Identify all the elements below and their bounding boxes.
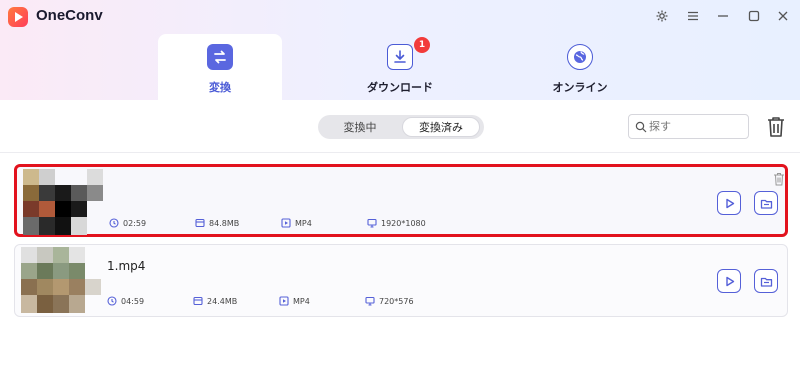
play-icon (725, 198, 734, 208)
duration: 04:59 (107, 296, 144, 306)
file-card[interactable]: 02:59 84.8MB MP4 1920*1080 (14, 164, 788, 237)
duration-value: 04:59 (121, 296, 145, 306)
resolution-value: 1920*1080 (381, 218, 426, 228)
file-size: 84.8MB (195, 218, 239, 228)
search-icon (635, 121, 647, 133)
app-logo-icon (8, 7, 28, 27)
tab-convert[interactable]: 変換 (158, 34, 282, 100)
tab-convert-label: 変換 (209, 81, 231, 94)
video-thumbnail (23, 169, 103, 235)
convert-icon (207, 44, 233, 70)
play-icon (725, 276, 734, 286)
file-size-icon (193, 296, 203, 306)
search-box (628, 114, 749, 139)
delete-all-trash-icon[interactable] (765, 115, 787, 139)
tab-online[interactable]: オンライン (518, 34, 642, 100)
play-button[interactable] (717, 269, 741, 293)
settings-gear-icon[interactable] (652, 6, 672, 26)
maximize-icon[interactable] (744, 6, 764, 26)
folder-icon (760, 277, 772, 287)
resolution-value: 720*576 (379, 296, 414, 306)
download-icon (387, 44, 413, 70)
file-name: 1.mp4 (107, 259, 146, 273)
video-thumbnail (21, 247, 101, 313)
format: MP4 (279, 296, 310, 306)
resolution: 1920*1080 (367, 218, 426, 228)
app-title: OneConv (36, 7, 103, 24)
tab-online-label: オンライン (552, 81, 608, 94)
duration: 02:59 (109, 218, 146, 228)
file-card[interactable]: 1.mp4 04:59 24.4MB MP4 720*576 (14, 244, 788, 317)
download-badge: 1 (414, 37, 430, 53)
format-value: MP4 (293, 296, 310, 306)
segment-converted[interactable]: 変換済み (402, 117, 480, 137)
menu-icon[interactable] (683, 6, 703, 26)
delete-trash-icon[interactable] (773, 172, 785, 186)
monitor-icon (365, 296, 375, 306)
file-size: 24.4MB (193, 296, 237, 306)
format-value: MP4 (295, 218, 312, 228)
tab-download-label: ダウンロード (367, 81, 433, 94)
open-folder-button[interactable] (754, 191, 778, 215)
file-size-icon (195, 218, 205, 228)
file-size-value: 24.4MB (207, 296, 238, 306)
file-size-value: 84.8MB (209, 218, 240, 228)
tab-download[interactable]: 1 ダウンロード (338, 34, 462, 100)
resolution: 720*576 (365, 296, 414, 306)
globe-icon (567, 44, 593, 70)
close-icon[interactable] (773, 6, 793, 26)
folder-icon (760, 199, 772, 209)
clock-icon (109, 218, 119, 228)
segment-converting[interactable]: 変換中 (322, 117, 398, 137)
play-button[interactable] (717, 191, 741, 215)
minimize-icon[interactable] (713, 6, 733, 26)
duration-value: 02:59 (123, 218, 147, 228)
search-input[interactable] (649, 118, 744, 135)
divider (0, 152, 800, 153)
video-format-icon (281, 218, 291, 228)
clock-icon (107, 296, 117, 306)
format: MP4 (281, 218, 312, 228)
status-segment: 変換中 変換済み (318, 115, 484, 139)
video-format-icon (279, 296, 289, 306)
monitor-icon (367, 218, 377, 228)
open-folder-button[interactable] (754, 269, 778, 293)
